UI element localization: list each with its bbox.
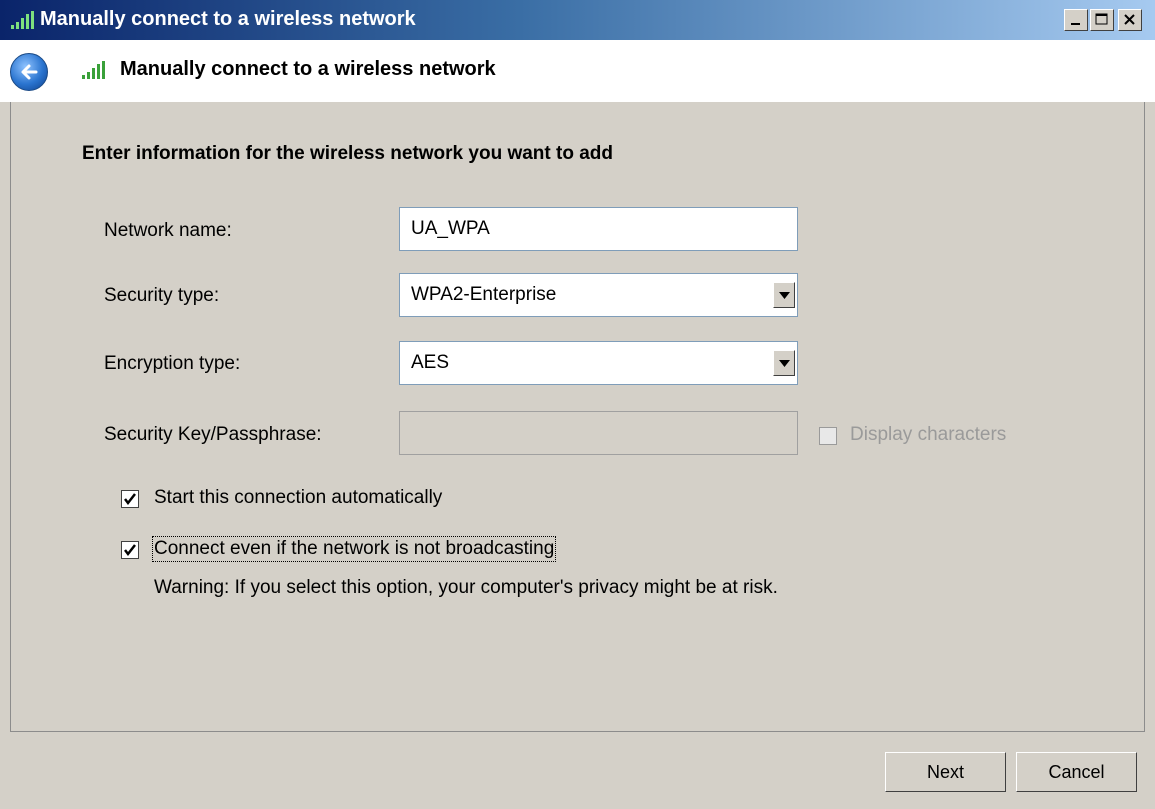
connect-not-broadcasting-label: Connect even if the network is not broad… <box>151 536 557 562</box>
start-automatically-checkbox[interactable] <box>121 490 139 508</box>
minimize-button[interactable] <box>1064 9 1088 31</box>
security-type-label: Security type: <box>104 285 220 306</box>
wireless-signal-icon <box>11 11 34 29</box>
encryption-type-value: AES <box>411 352 450 373</box>
chevron-down-icon <box>779 360 790 367</box>
network-name-label: Network name: <box>104 220 232 241</box>
network-name-input[interactable]: UA_WPA <box>399 207 798 251</box>
close-icon <box>1124 14 1135 25</box>
next-button[interactable]: Next <box>885 752 1006 792</box>
connect-not-broadcasting-checkbox[interactable] <box>121 541 139 559</box>
back-arrow-icon <box>21 64 38 80</box>
start-automatically-label: Start this connection automatically <box>154 487 443 508</box>
window-title: Manually connect to a wireless network <box>40 8 416 30</box>
maximize-button[interactable] <box>1090 9 1114 31</box>
security-type-dropdown-button[interactable] <box>773 282 795 308</box>
checkmark-icon <box>124 544 136 557</box>
minimize-icon <box>1071 23 1080 25</box>
chevron-down-icon <box>779 292 790 299</box>
cancel-button[interactable]: Cancel <box>1016 752 1137 792</box>
encryption-type-dropdown-button[interactable] <box>773 350 795 376</box>
display-characters-label: Display characters <box>850 424 1007 445</box>
display-characters-checkbox[interactable] <box>819 427 837 445</box>
privacy-warning-text: Warning: If you select this option, your… <box>154 577 778 598</box>
encryption-type-label: Encryption type: <box>104 353 241 374</box>
back-button[interactable] <box>10 53 48 91</box>
checkmark-icon <box>124 493 136 506</box>
security-type-value: WPA2-Enterprise <box>411 284 557 305</box>
close-button[interactable] <box>1118 9 1142 31</box>
encryption-type-dropdown[interactable]: AES <box>399 341 798 385</box>
title-bar[interactable]: Manually connect to a wireless network <box>0 0 1155 40</box>
maximize-icon <box>1095 13 1108 25</box>
security-key-label: Security Key/Passphrase: <box>104 424 322 445</box>
form-heading: Enter information for the wireless netwo… <box>82 143 614 164</box>
page-header: Manually connect to a wireless network <box>0 40 1155 102</box>
page-title: Manually connect to a wireless network <box>120 58 496 80</box>
security-type-dropdown[interactable]: WPA2-Enterprise <box>399 273 798 317</box>
security-key-input[interactable] <box>399 411 798 455</box>
network-name-value: UA_WPA <box>411 218 490 239</box>
wireless-signal-icon <box>82 61 105 79</box>
